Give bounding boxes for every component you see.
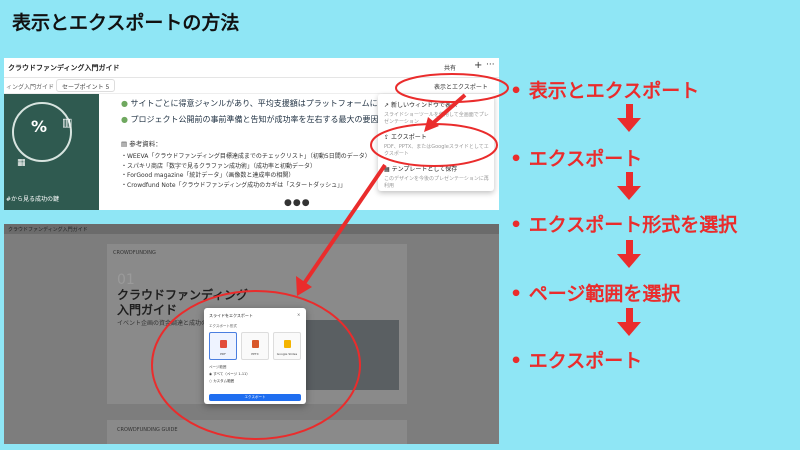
export-button[interactable]: エクスポート bbox=[209, 394, 301, 401]
range-option-custom[interactable]: ○ カスタム範囲 bbox=[209, 379, 234, 384]
section-select[interactable]: セーブポイント 5 bbox=[56, 79, 116, 92]
external-link-icon: ↗ bbox=[384, 102, 390, 109]
format-option-pptx[interactable]: PPTX bbox=[241, 332, 269, 360]
percent-icon: % bbox=[31, 117, 48, 136]
step-item: • ページ範囲を選択 bbox=[510, 283, 681, 305]
document-title: クラウドファンディング入門ガイド bbox=[8, 227, 88, 233]
slide-left-panel: % ▥ ▦ #から見る成功の鍵 bbox=[4, 94, 99, 210]
book-icon: ▤ bbox=[121, 140, 128, 148]
slide-subtitle: イベント企画の資金調達と成功の鍵 bbox=[117, 320, 214, 327]
step-item: • エクスポート bbox=[510, 148, 643, 170]
down-arrow bbox=[617, 172, 641, 200]
template-icon: ▦ bbox=[384, 166, 390, 173]
success-key-text: #から見る成功の鍵 bbox=[6, 196, 60, 203]
slide-header: CROWDFUNDING bbox=[113, 250, 156, 256]
bar-chart-icon: ▥ bbox=[62, 116, 73, 129]
step-item: • エクスポート形式を選択 bbox=[510, 214, 738, 236]
bullet-item: ● プロジェクト公開前の事前準備と告知が成功率を左右する最大の要因 bbox=[121, 115, 379, 124]
slide-pager[interactable]: ●●● bbox=[284, 198, 311, 208]
page-range-label: ページ範囲 bbox=[209, 365, 227, 369]
format-label: エクスポート形式 bbox=[209, 324, 237, 328]
google-slides-icon bbox=[284, 340, 291, 348]
document-title: クラウドファンディング入門ガイド bbox=[8, 64, 120, 72]
export-icon: ⇪ bbox=[384, 134, 390, 141]
reference-item: ・スパキリ商店「数字で見るクラファン成功術」（成功率と初動データ） bbox=[121, 162, 317, 170]
radio-selected-icon: ◉ bbox=[209, 372, 213, 376]
format-option-pdf[interactable]: PDF bbox=[209, 332, 237, 360]
calculator-icon: ▦ bbox=[17, 158, 26, 168]
radio-icon: ○ bbox=[209, 379, 213, 383]
reference-item: ・Crowdfund Note「クラウドファンディング成功のカギは「スタートダッ… bbox=[121, 181, 347, 189]
down-arrow bbox=[617, 104, 641, 132]
menu-item-export[interactable]: ⇪ エクスポート PDF、PPTX、またはGoogleスライドとしてエクスポート bbox=[384, 132, 490, 157]
step-item: • 表示とエクスポート bbox=[510, 80, 700, 102]
editor-title-bar: クラウドファンディング入門ガイド 共有 + ··· bbox=[4, 58, 499, 78]
reference-item: ・WEEVA「クラウドファンディング目標達成までのチェックリスト」（初動5日間の… bbox=[121, 153, 371, 160]
reference-list: ・WEEVA「クラウドファンディング目標達成までのチェックリスト」（初動5日間の… bbox=[121, 152, 371, 190]
more-menu-button[interactable]: ··· bbox=[486, 60, 495, 70]
reference-heading: ▤ 参考資料： bbox=[121, 140, 162, 148]
editor-title-bar: クラウドファンディング入門ガイド bbox=[4, 224, 499, 234]
slide-preview: CROWDFUNDING GUIDE bbox=[107, 420, 407, 444]
export-modal: スライドをエクスポート × エクスポート形式 PDF PPTX Google S… bbox=[204, 308, 306, 404]
down-arrow bbox=[617, 240, 641, 268]
view-export-button[interactable]: 表示とエクスポート bbox=[434, 82, 488, 91]
breadcrumb: ィング入門ガイド bbox=[6, 84, 55, 91]
slide-header: CROWDFUNDING GUIDE bbox=[117, 427, 178, 433]
menu-item-save-template[interactable]: ▦ テンプレートとして保存 このデザインを今後のプレゼンテーションに再利用 bbox=[384, 164, 490, 189]
editor-toolbar: ィング入門ガイド セーブポイント 5 表示とエクスポート bbox=[4, 78, 499, 94]
modal-title: スライドをエクスポート bbox=[209, 313, 253, 318]
close-icon[interactable]: × bbox=[297, 312, 300, 317]
bullet-item: ● サイトごとに得意ジャンルがあり、平均支援額はプラットフォームによっ bbox=[121, 99, 394, 108]
slide-title: 入門ガイド bbox=[117, 303, 178, 317]
share-button[interactable]: 共有 bbox=[444, 63, 456, 72]
step-item: • エクスポート bbox=[510, 350, 643, 372]
reference-item: ・ForGood magazine「統計データ」（画像数と達成率の相関） bbox=[121, 172, 295, 179]
export-dialog-screenshot: クラウドファンディング入門ガイド CROWDFUNDING 01 クラウドファン… bbox=[4, 224, 499, 444]
range-option-all[interactable]: ◉ すべて（ページ 1-11） bbox=[209, 372, 250, 377]
page-title: 表示とエクスポートの方法 bbox=[12, 12, 240, 34]
format-option-google-slides[interactable]: Google Slides bbox=[273, 332, 301, 360]
down-arrow bbox=[617, 308, 641, 336]
view-export-menu: ↗ 新しいウィンドウで表示 スライドショーツールを使用して全画面でプレゼンテーシ… bbox=[378, 94, 494, 191]
pdf-icon bbox=[220, 340, 227, 348]
menu-item-new-window[interactable]: ↗ 新しいウィンドウで表示 スライドショーツールを使用して全画面でプレゼンテーシ… bbox=[384, 100, 490, 125]
pptx-icon bbox=[252, 340, 259, 348]
slide-photo bbox=[297, 320, 399, 390]
editor-screenshot: クラウドファンディング入門ガイド 共有 + ··· ィング入門ガイド セーブポイ… bbox=[4, 58, 499, 210]
add-button[interactable]: + bbox=[474, 60, 482, 71]
